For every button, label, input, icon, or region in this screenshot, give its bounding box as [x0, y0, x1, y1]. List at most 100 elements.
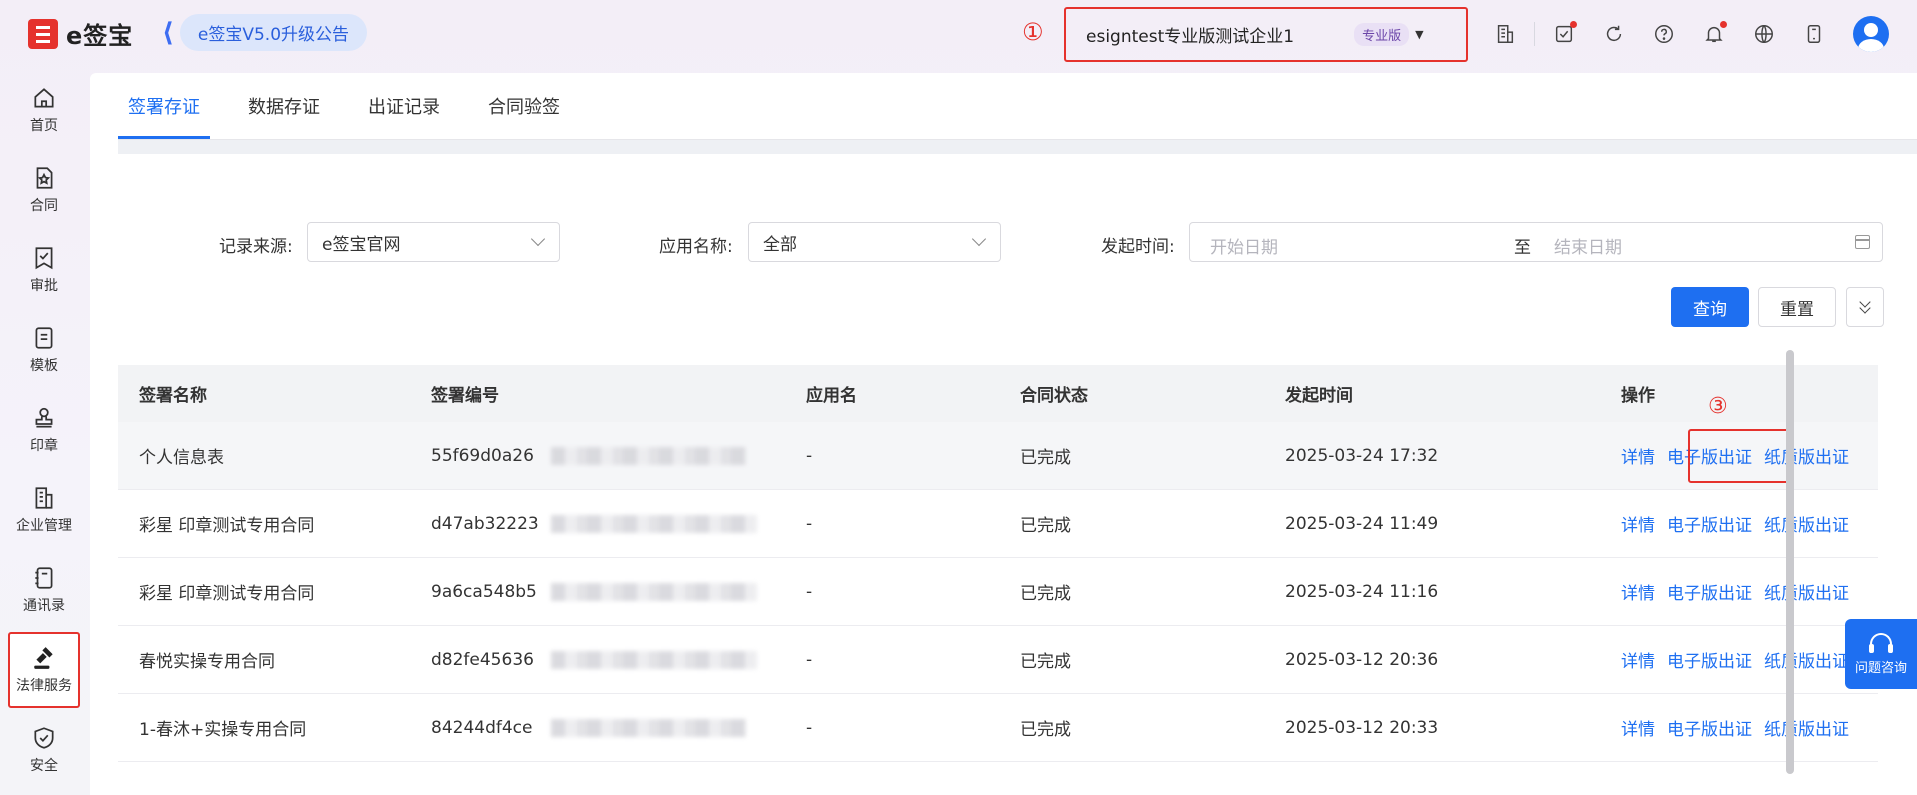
divider — [1534, 22, 1535, 46]
range-separator: 至 — [1514, 238, 1531, 258]
sidebar-item-security[interactable]: 安全 — [0, 710, 88, 790]
tab-data-evidence[interactable]: 数据存证 — [238, 73, 330, 139]
header-app: 应用名 — [806, 386, 857, 406]
seal-icon — [35, 407, 53, 428]
logo-icon — [28, 18, 58, 49]
row-name: 彩星 印章测试专用合同 — [139, 584, 315, 604]
calendar-icon — [1855, 235, 1870, 249]
logo-text: e签宝 — [66, 22, 134, 50]
source-select[interactable]: e签宝官网 — [307, 222, 560, 262]
help-icon[interactable] — [1639, 16, 1689, 52]
row-id: 84244df4ce — [431, 717, 533, 738]
paper-certificate-link[interactable]: 纸质版出证 — [1764, 511, 1849, 536]
bell-icon[interactable] — [1689, 16, 1739, 52]
electronic-certificate-link[interactable]: 电子版出证 — [1667, 647, 1752, 672]
electronic-certificate-link[interactable]: 电子版出证 — [1667, 579, 1752, 604]
detail-link[interactable]: 详情 — [1621, 579, 1655, 604]
detail-link[interactable]: 详情 — [1621, 511, 1655, 536]
sidebar-item-label: 法律服务 — [16, 678, 72, 694]
sidebar-item-template[interactable]: 模板 — [0, 310, 88, 390]
row-actions: 详情 电子版出证 纸质版出证 — [1621, 579, 1849, 604]
sidebar-item-approval[interactable]: 审批 — [0, 230, 88, 310]
row-id: 9a6ca548b5 — [431, 581, 537, 602]
evidence-table: 签署名称 签署编号 应用名 合同状态 发起时间 操作 个人信息表 55f69d0… — [118, 365, 1878, 762]
sidebar-item-seal[interactable]: 印章 — [0, 390, 88, 470]
tab-bar: 签署存证 数据存证 出证记录 合同验签 — [118, 73, 598, 139]
sidebar-item-label: 印章 — [30, 438, 58, 454]
org-switcher[interactable]: esigntest专业版测试企业1 专业版 ▼ — [1064, 7, 1468, 62]
row-actions: 详情 电子版出证 纸质版出证 — [1621, 647, 1849, 672]
row-actions: 详情 电子版出证 纸质版出证 — [1621, 715, 1849, 740]
help-consult-button[interactable]: 问题咨询 — [1845, 619, 1917, 689]
header-status: 合同状态 — [1020, 386, 1088, 406]
row-time: 2025-03-12 20:36 — [1285, 649, 1439, 670]
chevron-down-icon — [971, 231, 987, 247]
row-name: 1-春沐+实操专用合同 — [139, 720, 307, 740]
caret-down-icon: ▼ — [1415, 28, 1424, 41]
announcement-pill[interactable]: e签宝V5.0升级公告 — [179, 14, 368, 51]
header-id: 签署编号 — [431, 386, 499, 406]
tab-sign-evidence[interactable]: 签署存证 — [118, 73, 210, 139]
end-date-input[interactable]: 结束日期 — [1554, 233, 1622, 258]
header-actions: 操作 — [1621, 386, 1655, 406]
avatar[interactable] — [1853, 16, 1889, 52]
paper-certificate-link[interactable]: 纸质版出证 — [1764, 647, 1849, 672]
redaction-blur — [551, 447, 746, 465]
gavel-icon — [34, 647, 53, 669]
redaction-blur — [551, 651, 757, 669]
building-icon[interactable] — [1480, 16, 1530, 52]
sidebar-item-contract[interactable]: 合同 — [0, 150, 88, 230]
top-bar: e签宝 ⟨ e签宝V5.0升级公告 ① esigntest专业版测试企业1 专业… — [0, 0, 1917, 70]
table-row: 彩星 印章测试专用合同 9a6ca548b5 - 已完成 2025-03-24 … — [118, 558, 1878, 626]
org-name: esigntest专业版测试企业1 — [1086, 27, 1295, 47]
paper-certificate-link[interactable]: 纸质版出证 — [1764, 579, 1849, 604]
source-label: 记录来源: — [219, 237, 293, 257]
main-panel: 签署存证 数据存证 出证记录 合同验签 记录来源: e签宝官网 应用名称: 全部… — [90, 73, 1917, 795]
sidebar-item-home[interactable]: 首页 — [0, 70, 88, 150]
highlight-box — [1688, 429, 1794, 483]
row-time: 2025-03-24 17:32 — [1285, 445, 1439, 466]
row-name: 春悦实操专用合同 — [139, 652, 275, 672]
paper-certificate-link[interactable]: 纸质版出证 — [1764, 715, 1849, 740]
table-scrollbar[interactable] — [1786, 350, 1794, 774]
table-row: 1-春沐+实操专用合同 84244df4ce - 已完成 2025-03-12 … — [118, 694, 1878, 762]
globe-icon[interactable] — [1739, 16, 1789, 52]
sidebar-item-legal[interactable]: 法律服务 — [0, 630, 88, 710]
expand-button[interactable] — [1846, 287, 1884, 327]
notification-dot — [1720, 21, 1727, 28]
app-select[interactable]: 全部 — [748, 222, 1001, 262]
logo[interactable]: e签宝 — [28, 16, 133, 51]
query-button[interactable]: 查询 — [1671, 287, 1749, 327]
sidebar-item-label: 首页 — [30, 118, 58, 134]
sidebar-item-label: 合同 — [30, 198, 58, 214]
table-row: 春悦实操专用合同 d82fe45636 - 已完成 2025-03-12 20:… — [118, 626, 1878, 694]
reset-button[interactable]: 重置 — [1758, 287, 1836, 327]
refresh-icon[interactable] — [1589, 16, 1639, 52]
detail-link[interactable]: 详情 — [1621, 647, 1655, 672]
sidebar-item-label: 通讯录 — [23, 598, 65, 614]
electronic-certificate-link[interactable]: 电子版出证 — [1667, 715, 1752, 740]
table-row: 个人信息表 55f69d0a26 - 已完成 2025-03-24 17:32 … — [118, 394, 1878, 490]
task-icon[interactable] — [1539, 16, 1589, 52]
announcement[interactable]: ⟨ e签宝V5.0升级公告 — [162, 14, 368, 51]
tab-contract-verify[interactable]: 合同验签 — [478, 73, 570, 139]
date-range-picker[interactable]: 开始日期 至 结束日期 — [1189, 222, 1883, 262]
row-status: 已完成 — [1020, 720, 1071, 740]
detail-link[interactable]: 详情 — [1621, 715, 1655, 740]
sidebar-item-enterprise[interactable]: 企业管理 — [0, 470, 88, 550]
row-status: 已完成 — [1020, 584, 1071, 604]
row-id: d47ab32223 — [431, 513, 539, 534]
row-app: - — [806, 581, 813, 602]
row-app: - — [806, 513, 813, 534]
contacts-icon — [35, 567, 53, 589]
headset-icon — [1869, 632, 1893, 653]
shield-icon — [34, 727, 54, 749]
detail-link[interactable]: 详情 — [1621, 443, 1655, 468]
electronic-certificate-link[interactable]: 电子版出证 — [1667, 511, 1752, 536]
source-value: e签宝官网 — [322, 234, 401, 255]
notification-dot — [1570, 21, 1577, 28]
mobile-icon[interactable] — [1789, 16, 1839, 52]
tab-certificate-records[interactable]: 出证记录 — [358, 73, 450, 139]
sidebar-item-contacts[interactable]: 通讯录 — [0, 550, 88, 630]
start-date-input[interactable]: 开始日期 — [1210, 233, 1278, 258]
